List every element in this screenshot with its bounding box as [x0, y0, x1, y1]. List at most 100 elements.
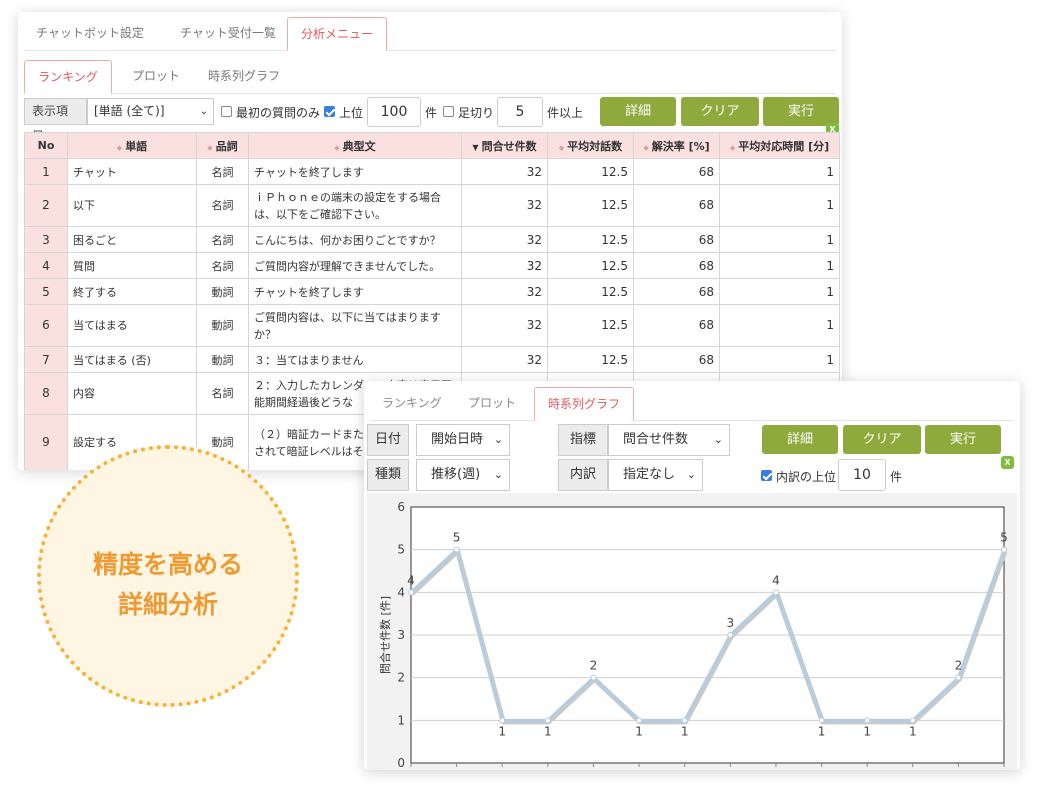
table-row[interactable]: 2 以下 名詞 ｉＰｈｏｎｅの端末の設定をする場合は、以下をご確認下さい。 32 12.5… — [24, 184, 840, 227]
y-tick-label: 3 — [397, 628, 405, 642]
first-question-checkbox[interactable] — [221, 106, 232, 117]
breakdown-top-input[interactable]: 10 — [838, 459, 886, 491]
y-tick-label: 4 — [397, 585, 405, 599]
tab-timeseries[interactable]: 時系列グラフ — [196, 60, 292, 94]
excel-export-icon[interactable]: X — [1001, 456, 1014, 469]
cell-pos: 動詞 — [196, 304, 249, 347]
data-point — [772, 589, 779, 596]
detail-button[interactable]: 詳細 — [762, 425, 838, 454]
header-sentence[interactable]: ◆ 典型文 — [248, 132, 462, 159]
cell-word: 終了する — [67, 278, 197, 305]
cell-resolve-rate: 68 — [633, 158, 720, 185]
table-row[interactable]: 7 当てはまる (否) 動詞 ３：当てはまりません 32 12.5 68 1 — [24, 346, 840, 373]
cell-pos: 動詞 — [196, 346, 249, 373]
cutoff-checkbox[interactable] — [443, 106, 454, 117]
header-count[interactable]: ▼ 問合せ件数 — [461, 132, 548, 159]
sort-icon: ◆ — [116, 143, 123, 152]
header-pos[interactable]: ◆ 品詞 — [196, 132, 249, 159]
tab-analysis-menu[interactable]: 分析メニュー — [287, 17, 387, 51]
breakdown-label: 内訳 — [558, 459, 608, 491]
ranking-control-bar: 表示項目 [単語 (全て)] ⌄ 最初の質問のみ 上位 100 件 足切り 5 … — [24, 97, 839, 143]
cell-avg-turns: 12.5 — [547, 184, 634, 227]
breakdown-top-checkbox[interactable] — [761, 470, 772, 481]
sort-icon: ◆ — [334, 143, 340, 152]
cell-count: 32 — [461, 278, 548, 305]
cell-word: チャット — [67, 158, 197, 185]
tab-ranking[interactable]: ランキング — [24, 60, 112, 94]
data-point — [499, 717, 506, 724]
tab-chat-reception-list[interactable]: チャット受付一覧 — [168, 17, 288, 51]
metric-select[interactable]: 問合せ件数 ⌄ — [608, 424, 730, 456]
cell-pos: 動詞 — [196, 278, 249, 305]
chevron-down-icon: ⌄ — [493, 468, 503, 481]
data-label: 4 — [407, 573, 415, 587]
tab-timeseries[interactable]: 時系列グラフ — [534, 387, 634, 421]
cell-avg-time: 1 — [719, 184, 840, 227]
chevron-down-icon: ⌄ — [713, 433, 723, 446]
cell-avg-time: 1 — [719, 158, 840, 185]
sort-icon: ◆ — [558, 143, 565, 152]
data-point — [818, 717, 825, 724]
data-label: 5 — [1000, 531, 1008, 545]
cell-count: 32 — [461, 158, 548, 185]
run-button[interactable]: 実行 — [925, 425, 1001, 454]
data-point — [864, 717, 871, 724]
cell-pos: 名詞 — [196, 226, 249, 253]
table-row[interactable]: 4 質問 名詞 ご質問内容が理解できませんでした。 32 12.5 68 1 — [24, 252, 840, 279]
tab-chatbot-settings[interactable]: チャットボット設定 — [24, 17, 156, 51]
cell-word: 質問 — [67, 252, 197, 279]
data-point — [408, 589, 414, 596]
detail-button[interactable]: 詳細 — [600, 97, 676, 126]
cutoff-label: 足切り — [458, 106, 495, 120]
breakdown-select[interactable]: 指定なし ⌄ — [608, 459, 703, 491]
cell-word: 当てはまる (否) — [67, 346, 197, 373]
cell-avg-turns: 12.5 — [547, 158, 634, 185]
cell-pos: 名詞 — [196, 252, 249, 279]
header-avg-time[interactable]: ◆ 平均対応時間 [分] — [719, 132, 840, 159]
type-select[interactable]: 推移(週) ⌄ — [416, 459, 510, 491]
data-label: 3 — [726, 616, 734, 630]
display-item-value: [単語 (全て)] — [94, 104, 165, 118]
table-row[interactable]: 5 終了する 動詞 チャットを終了します 32 12.5 68 1 — [24, 278, 840, 305]
display-item-select[interactable]: [単語 (全て)] ⌄ — [87, 98, 214, 125]
cell-avg-time: 1 — [719, 278, 840, 305]
cell-no: 4 — [24, 252, 68, 279]
cell-count: 32 — [461, 226, 548, 253]
cell-resolve-rate: 68 — [633, 346, 720, 373]
tab-ranking[interactable]: ランキング — [370, 387, 454, 421]
date-select[interactable]: 開始日時 ⌄ — [416, 424, 510, 456]
run-button[interactable]: 実行 — [763, 97, 839, 126]
metric-value: 問合せ件数 — [623, 432, 689, 447]
top-label: 上位 — [339, 106, 364, 120]
header-avg-turns[interactable]: ◆ 平均対話数 — [547, 132, 634, 159]
data-label: 1 — [818, 724, 826, 738]
cell-word: 内容 — [67, 372, 197, 415]
table-row[interactable]: 1 チャット 名詞 チャットを終了します 32 12.5 68 1 — [24, 158, 840, 185]
header-word[interactable]: ◆ 単語 — [67, 132, 197, 159]
cell-sentence: ｉＰｈｏｎｅの端末の設定をする場合は、以下をご確認下さい。 — [248, 184, 462, 227]
cell-no: 6 — [24, 304, 68, 347]
cell-avg-time: 1 — [719, 226, 840, 253]
cell-resolve-rate: 68 — [633, 304, 720, 347]
data-label: 2 — [955, 659, 963, 673]
header-no[interactable]: No — [24, 132, 68, 159]
header-resolve-rate[interactable]: ◆ 解決率 [%] — [633, 132, 720, 159]
data-label: 5 — [453, 531, 461, 545]
cell-avg-turns: 12.5 — [547, 304, 634, 347]
top-checkbox[interactable] — [324, 106, 335, 117]
tab-plot[interactable]: プロット — [456, 387, 528, 421]
tab-plot[interactable]: プロット — [120, 60, 192, 94]
timeseries-tab-bar: ランキング プロット 時系列グラフ — [370, 387, 1014, 421]
type-label: 種類 — [367, 459, 409, 491]
data-point — [453, 546, 460, 553]
y-tick-label: 1 — [397, 713, 405, 727]
cutoff-input[interactable]: 5 — [497, 97, 543, 127]
table-row[interactable]: 3 困るごと 名詞 こんにちは、何かお困りごとですか？ 32 12.5 68 1 — [24, 226, 840, 253]
data-point — [636, 717, 643, 724]
clear-button[interactable]: クリア — [843, 425, 921, 454]
cell-sentence: こんにちは、何かお困りごとですか？ — [248, 226, 462, 253]
table-row[interactable]: 6 当てはまる 動詞 ご質問内容は、以下に当てはまりますか？ 32 12.5 68 1 — [24, 304, 840, 347]
clear-button[interactable]: クリア — [681, 97, 759, 126]
top-count-input[interactable]: 100 — [367, 97, 421, 127]
data-point — [955, 674, 962, 681]
